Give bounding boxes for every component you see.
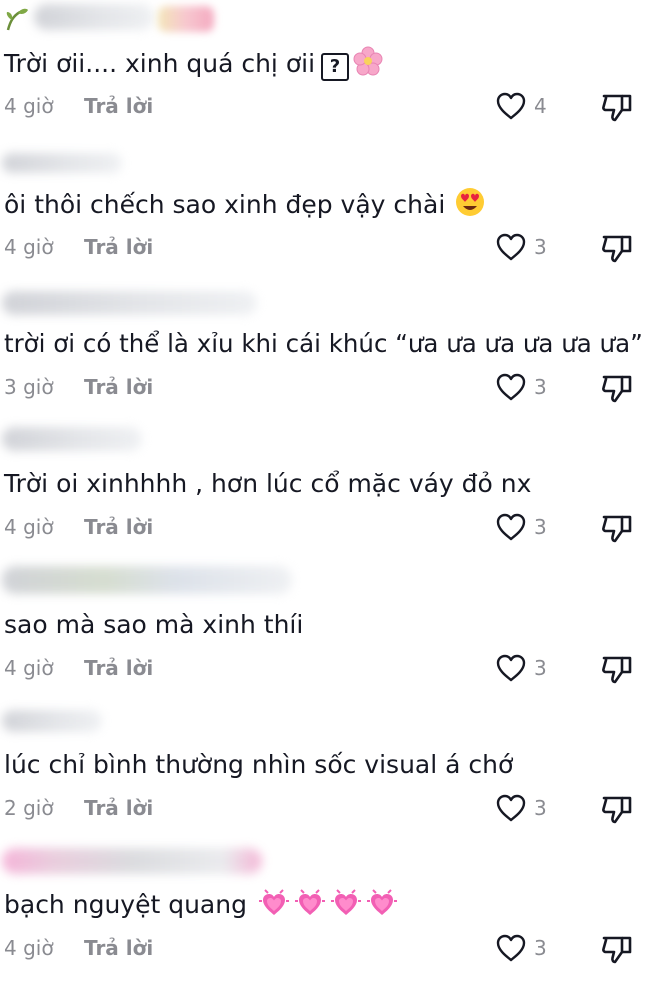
thumbs-down-icon: [602, 936, 632, 964]
comment-text: ôi thôi chếch sao xinh đẹp vậy chài: [4, 187, 485, 226]
dislike-button[interactable]: [600, 90, 636, 124]
username-blurred[interactable]: [2, 291, 257, 315]
comment-time: 3 giờ: [4, 375, 54, 399]
comment-item: lúc chỉ bình thường nhìn sốc visual á ch…: [0, 702, 660, 842]
username-blurred[interactable]: [2, 848, 262, 874]
comment-text: sao mà sao mà xinh thíi: [4, 610, 304, 639]
reply-button[interactable]: Trả lời: [84, 795, 153, 821]
comment-text: lúc chỉ bình thường nhìn sốc visual á ch…: [4, 750, 514, 779]
username-blurred[interactable]: [2, 153, 122, 173]
username-blurred[interactable]: [2, 427, 142, 451]
dislike-button[interactable]: [600, 371, 636, 405]
like-button[interactable]: 3: [496, 792, 556, 824]
comment-item: Trời ơii.... xinh quá chị ơii? 4 giờ Trả…: [0, 0, 660, 140]
dislike-button[interactable]: [600, 932, 636, 966]
like-count: 3: [534, 936, 547, 960]
heart-outline-icon: [496, 794, 526, 822]
username-blurred[interactable]: [2, 710, 102, 732]
like-count: 3: [534, 235, 547, 259]
heart-outline-icon: [496, 934, 526, 962]
thumbs-down-icon: [602, 375, 632, 403]
like-button[interactable]: 3: [496, 932, 556, 964]
comment-time: 4 giờ: [4, 94, 54, 118]
growing-heart-icon: [294, 889, 325, 926]
like-button[interactable]: 3: [496, 511, 556, 543]
user-badge-blurred: [158, 6, 214, 32]
comment-item: Trời oi xinhhhh , hơn lúc cổ mặc váy đỏ …: [0, 421, 660, 561]
heart-eyes-icon: [455, 187, 485, 226]
heart-outline-icon: [496, 233, 526, 261]
username-blurred[interactable]: [34, 4, 154, 30]
like-count: 3: [534, 796, 547, 820]
heart-outline-icon: [496, 513, 526, 541]
like-count: 3: [534, 375, 547, 399]
thumbs-down-icon: [602, 94, 632, 122]
username-blurred[interactable]: [2, 566, 292, 594]
like-count: 3: [534, 656, 547, 680]
heart-outline-icon: [496, 92, 526, 120]
like-button[interactable]: 3: [496, 371, 556, 403]
heart-outline-icon: [496, 373, 526, 401]
like-button[interactable]: 3: [496, 231, 556, 263]
growing-heart-icon: [366, 889, 397, 926]
thumbs-down-icon: [602, 796, 632, 824]
reply-button[interactable]: Trả lời: [84, 514, 153, 540]
like-count: 3: [534, 515, 547, 539]
reply-button[interactable]: Trả lời: [84, 374, 153, 400]
heart-outline-icon: [496, 654, 526, 682]
dislike-button[interactable]: [600, 511, 636, 545]
like-button[interactable]: 3: [496, 652, 556, 684]
reply-button[interactable]: Trả lời: [84, 935, 153, 961]
comment-item: ôi thôi chếch sao xinh đẹp vậy chài 4 gi…: [0, 141, 660, 281]
reply-button[interactable]: Trả lời: [84, 93, 153, 119]
dislike-button[interactable]: [600, 231, 636, 265]
comment-text: Trời ơii.... xinh quá chị ơii?: [4, 46, 383, 85]
dislike-button[interactable]: [600, 792, 636, 826]
dislike-button[interactable]: [600, 652, 636, 686]
like-count: 4: [534, 94, 547, 118]
cherry-blossom-icon: [353, 46, 383, 85]
comment-item: trời ơi có thể là xỉu khi cái khúc “ưa ư…: [0, 281, 660, 421]
reply-button[interactable]: Trả lời: [84, 234, 153, 260]
comment-time: 4 giờ: [4, 936, 54, 960]
thumbs-down-icon: [602, 515, 632, 543]
sprout-icon: [6, 8, 28, 31]
thumbs-down-icon: [602, 656, 632, 684]
like-button[interactable]: 4: [496, 90, 556, 122]
comment-item: bạch nguyệt quang 4 giờ Trả lời 3: [0, 842, 660, 982]
comment-time: 4 giờ: [4, 656, 54, 680]
comment-text: trời ơi có thể là xỉu khi cái khúc “ưa ư…: [4, 329, 643, 358]
comment-time: 4 giờ: [4, 515, 54, 539]
growing-heart-icon: [258, 889, 289, 926]
thumbs-down-icon: [602, 235, 632, 263]
unknown-char-glyph: ?: [321, 53, 350, 81]
growing-heart-icon: [330, 889, 361, 926]
reply-button[interactable]: Trả lời: [84, 655, 153, 681]
comment-text: Trời oi xinhhhh , hơn lúc cổ mặc váy đỏ …: [4, 469, 532, 498]
comment-item: sao mà sao mà xinh thíi 4 giờ Trả lời 3: [0, 562, 660, 702]
comment-time: 4 giờ: [4, 235, 54, 259]
comment-text: bạch nguyệt quang: [4, 888, 397, 926]
comment-time: 2 giờ: [4, 796, 54, 820]
